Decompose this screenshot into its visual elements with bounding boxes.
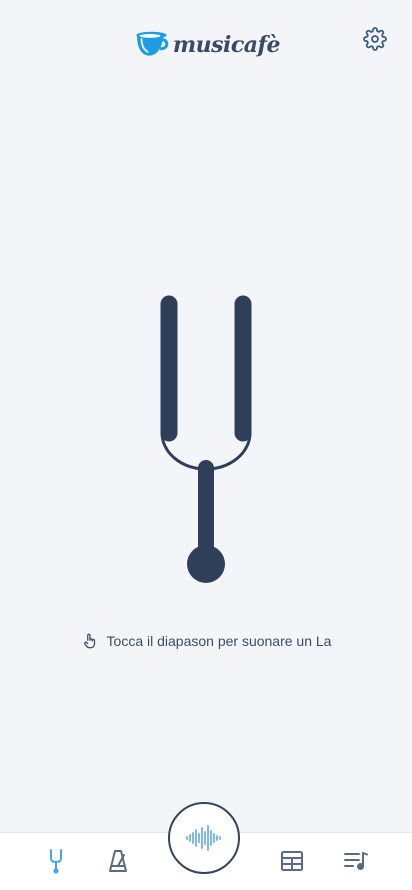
metronome-icon — [109, 850, 127, 872]
tuning-fork-icon — [50, 849, 62, 874]
hint-text: Tocca il diapason per suonare un La — [106, 633, 332, 649]
nav-metronome[interactable] — [104, 847, 132, 875]
tap-hint: Tocca il diapason per suonare un La — [0, 632, 412, 650]
tap-hand-icon — [83, 633, 95, 649]
gear-icon — [363, 27, 387, 51]
settings-button[interactable] — [363, 27, 387, 51]
app-logo: musicafè — [134, 24, 281, 66]
nav-playlist[interactable] — [342, 847, 370, 875]
logo-text: musicafè — [172, 32, 281, 58]
sound-wave-icon — [186, 825, 221, 851]
layout-grid-icon — [281, 851, 303, 871]
nav-tuner[interactable] — [42, 847, 70, 875]
nav-layout[interactable] — [278, 847, 306, 875]
playlist-music-icon — [344, 852, 368, 870]
coffee-cup-icon — [136, 31, 169, 56]
sound-wave-button[interactable] — [168, 802, 240, 874]
tuning-fork — [160, 295, 252, 583]
tuning-fork-button[interactable] — [156, 292, 256, 588]
app-header: musicafè — [0, 0, 412, 80]
